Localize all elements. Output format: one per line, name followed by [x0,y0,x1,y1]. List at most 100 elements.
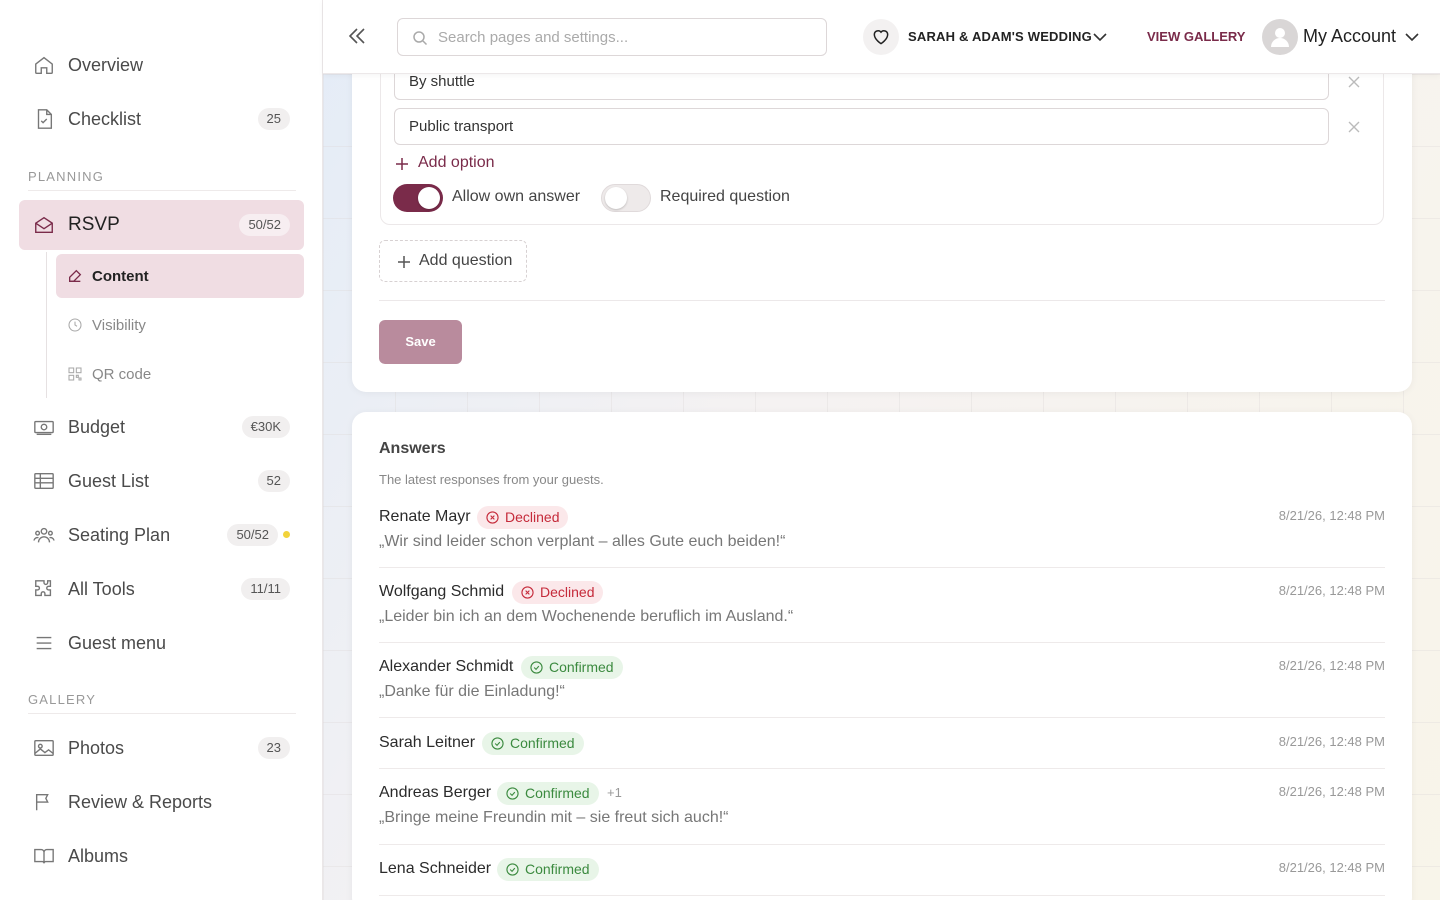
avatar[interactable] [1262,19,1298,55]
row-divider [379,567,1385,568]
table-icon [34,472,54,490]
row-divider [379,768,1385,769]
sidebar-item-rsvp[interactable]: RSVP 50/52 [19,200,304,250]
sidebar-subitem-qr-code[interactable]: QR code [56,352,304,396]
x-circle-icon [486,511,499,524]
guest-name: Renate Mayr [379,508,471,525]
user-icon [1271,28,1289,47]
sidebar-subitem-visibility[interactable]: Visibility [56,303,304,347]
plus-icon [398,256,410,268]
sidebar-item-label: Guest List [68,470,150,491]
sidebar-subitem-label: Content [92,267,149,285]
add-option-label: Add option [418,154,495,171]
row-divider [379,844,1385,845]
sidebar-subitem-content[interactable]: Content [56,254,304,298]
guest-message: „Danke für die Einladung!“ [379,683,565,700]
sidebar-item-label: Review & Reports [68,791,213,812]
count-badge: 50/52 [239,214,290,236]
count-badge: 50/52 [227,524,278,546]
status-badge: Declined [477,506,569,529]
guest-name: Alexander Schmidt [379,658,514,675]
close-icon[interactable] [1346,74,1362,90]
section-divider [28,713,296,714]
guest-message: „Wir sind leider schon verplant – alles … [379,533,786,550]
count-badge: 52 [257,470,290,492]
wedding-name[interactable]: SARAH & ADAM'S WEDDING [908,29,1092,44]
timestamp: 8/21/26, 12:48 PM [1278,583,1385,598]
row-divider [379,717,1385,718]
sidebar-item-label: Overview [68,54,144,75]
wedding-switcher-button[interactable] [863,19,899,55]
count-badge: €30K [241,416,290,438]
plus-one-badge: +1 [607,785,622,800]
sidebar-item-budget[interactable]: Budget €30K [19,402,304,452]
guest-name: Sarah Leitner [379,734,476,751]
status-badge: Confirmed [497,782,599,805]
sidebar-subitem-label: Visibility [92,316,146,334]
flag-icon [35,793,49,811]
notification-dot [283,531,290,538]
qr-code-icon [68,367,82,381]
sidebar-item-guest-list[interactable]: Guest List 52 [19,456,304,506]
save-button[interactable]: Save [379,320,462,364]
view-gallery-link[interactable]: VIEW GALLERY [1147,29,1245,44]
sidebar-item-label: Seating Plan [68,524,171,545]
status-badge: Declined [512,581,604,604]
sidebar-item-label: RSVP [68,214,120,235]
check-circle-icon [506,863,519,876]
check-circle-icon [530,661,543,674]
sidebar-item-seating-plan[interactable]: Seating Plan 50/52 [19,510,304,560]
answers-subtitle: The latest responses from your guests. [379,472,604,487]
chevron-down-icon[interactable] [1403,28,1421,46]
sidebar-item-label: Guest menu [68,632,167,653]
allow-own-answer-label: Allow own answer [452,188,581,205]
status-badge: Confirmed [521,656,623,679]
sidebar: Overview Checklist 25 PLANNING RSVP 50/5… [0,0,323,900]
users-icon [33,527,55,543]
check-circle-icon [506,787,519,800]
sidebar-item-albums[interactable]: Albums [19,831,304,881]
close-icon[interactable] [1346,119,1362,135]
sidebar-item-review-reports[interactable]: Review & Reports [19,777,304,827]
timestamp: 8/21/26, 12:48 PM [1278,784,1385,799]
sidebar-item-all-tools[interactable]: All Tools 11/11 [19,564,304,614]
plus-icon [396,158,408,170]
sidebar-item-checklist[interactable]: Checklist 25 [19,94,304,144]
account-menu[interactable]: My Account [1303,26,1396,47]
chevron-down-icon[interactable] [1091,28,1109,46]
status-badge: Confirmed [482,732,584,755]
image-icon [34,739,54,757]
row-divider [379,642,1385,643]
search-bar[interactable] [397,18,827,56]
guest-name: Lena Schneider [379,860,492,877]
sidebar-item-label: All Tools [68,578,135,599]
collapse-sidebar-icon[interactable] [345,24,369,48]
sidebar-item-overview[interactable]: Overview [19,40,304,90]
add-question-label: Add question [419,252,513,269]
required-question-label: Required question [660,188,790,205]
allow-own-answer-toggle[interactable] [393,184,443,212]
sidebar-subitem-label: QR code [92,365,152,383]
divider [379,300,1385,301]
search-input[interactable] [438,19,818,55]
envelope-open-icon [35,216,53,234]
puzzle-icon [35,580,52,597]
timestamp: 8/21/26, 12:48 PM [1278,658,1385,673]
search-icon [413,31,428,46]
section-title-gallery: GALLERY [28,692,97,707]
timestamp: 8/21/26, 12:48 PM [1278,508,1385,523]
guest-name: Wolfgang Schmid [379,583,505,600]
book-open-icon [34,848,54,864]
sidebar-item-guest-menu[interactable]: Guest menu [19,618,304,668]
submenu-guide-line [46,252,47,398]
guest-message: „Leider bin ich an dem Wochenende berufl… [379,608,794,625]
sidebar-item-label: Budget [68,416,126,437]
option-field[interactable]: Public transport [394,108,1329,145]
timestamp: 8/21/26, 12:48 PM [1278,860,1385,875]
add-question-button[interactable]: Add question [379,240,527,282]
heart-icon [873,30,889,45]
sidebar-item-photos[interactable]: Photos 23 [19,723,304,773]
topbar: SARAH & ADAM'S WEDDING VIEW GALLERY My A… [323,0,1440,74]
money-icon [34,420,54,436]
required-question-toggle[interactable] [601,184,651,212]
